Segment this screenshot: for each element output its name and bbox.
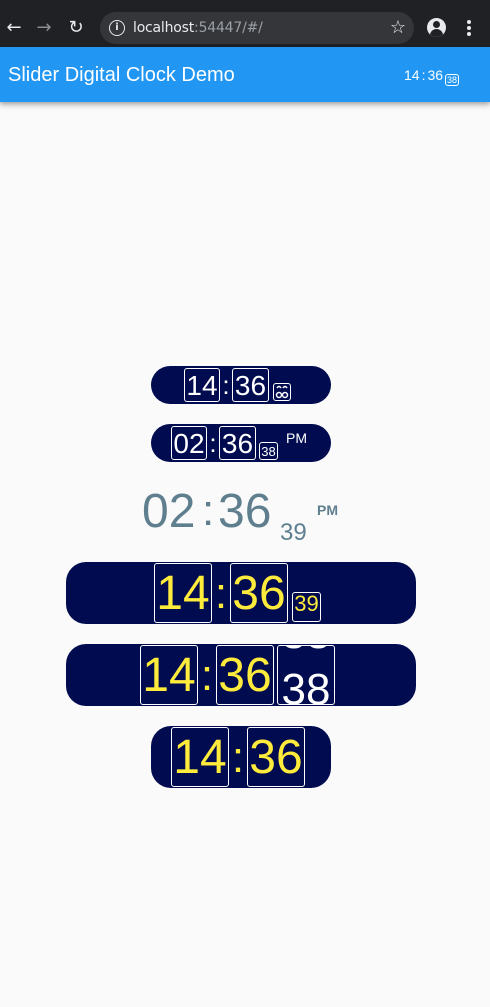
clock4-seconds: 39: [294, 592, 319, 616]
back-icon[interactable]: ←: [4, 16, 24, 40]
clock2-period: PM: [286, 430, 307, 446]
reload-icon[interactable]: ↻: [66, 16, 86, 40]
appbar-clock-seconds: 38: [445, 74, 460, 86]
kebab-menu-icon[interactable]: [467, 20, 471, 36]
clock6-separator: :: [231, 733, 245, 782]
clock2-seconds: 38: [259, 442, 278, 460]
clock-5: 14 : 36 38 38: [66, 644, 416, 706]
clock5-seconds-rolling: 38 38: [277, 645, 335, 705]
info-icon[interactable]: i: [109, 20, 125, 36]
clock4-separator: :: [214, 569, 228, 618]
clock1-seconds-rolling: [273, 383, 291, 401]
clock3-separator: :: [202, 486, 215, 535]
clock6-minutes: 36: [247, 727, 305, 787]
bookmark-star-icon[interactable]: ☆: [390, 16, 406, 40]
clock3-period: PM: [317, 502, 338, 518]
clock4-hours: 14: [154, 563, 212, 623]
clock1-separator: :: [222, 370, 230, 400]
clock6-hours: 14: [171, 727, 229, 787]
clock1-minutes: 36: [232, 368, 269, 402]
clock2-hours: 02: [171, 426, 207, 460]
clock1-seconds-rolling-glyph: [275, 385, 289, 399]
appbar-clock-separator: :: [421, 67, 426, 83]
clock5-minutes: 36: [216, 645, 274, 705]
forward-icon[interactable]: →: [34, 16, 54, 40]
page-title: Slider Digital Clock Demo: [8, 64, 235, 86]
clock-2: 02 : 36 38 PM: [151, 424, 331, 462]
clock1-hours: 14: [184, 368, 220, 402]
appbar-clock-hours: 14: [404, 67, 420, 83]
clock-3: 02 : 36 39 PM: [142, 484, 352, 546]
clock3-seconds: 39: [280, 519, 307, 546]
address-bar[interactable]: i localhost:54447/#/ ☆: [100, 12, 414, 44]
appbar-clock-minutes: 36: [427, 67, 444, 83]
clock5-hours: 14: [140, 645, 198, 705]
profile-avatar-icon[interactable]: [427, 18, 446, 37]
clock-1: 14 : 36: [151, 366, 331, 404]
clock-4: 14 : 36 39: [66, 562, 416, 624]
clock2-minutes: 36: [219, 426, 256, 460]
clock3-minutes: 36: [218, 485, 272, 538]
clock3-hours: 02: [142, 485, 196, 538]
clock5-seconds-outgoing: 38: [278, 646, 334, 662]
url-text[interactable]: localhost:54447/#/: [133, 12, 263, 44]
appbar-clock: 14:36 38: [404, 67, 460, 86]
clock5-separator: :: [200, 651, 214, 700]
clock5-seconds: 38: [281, 665, 331, 705]
clock4-seconds-rolling: 39: [292, 592, 321, 622]
clock2-separator: :: [209, 428, 217, 458]
clock4-minutes: 36: [230, 563, 288, 623]
app-bar: Slider Digital Clock Demo 14:36 38: [0, 47, 490, 102]
clock-6: 14 : 36: [151, 726, 331, 788]
